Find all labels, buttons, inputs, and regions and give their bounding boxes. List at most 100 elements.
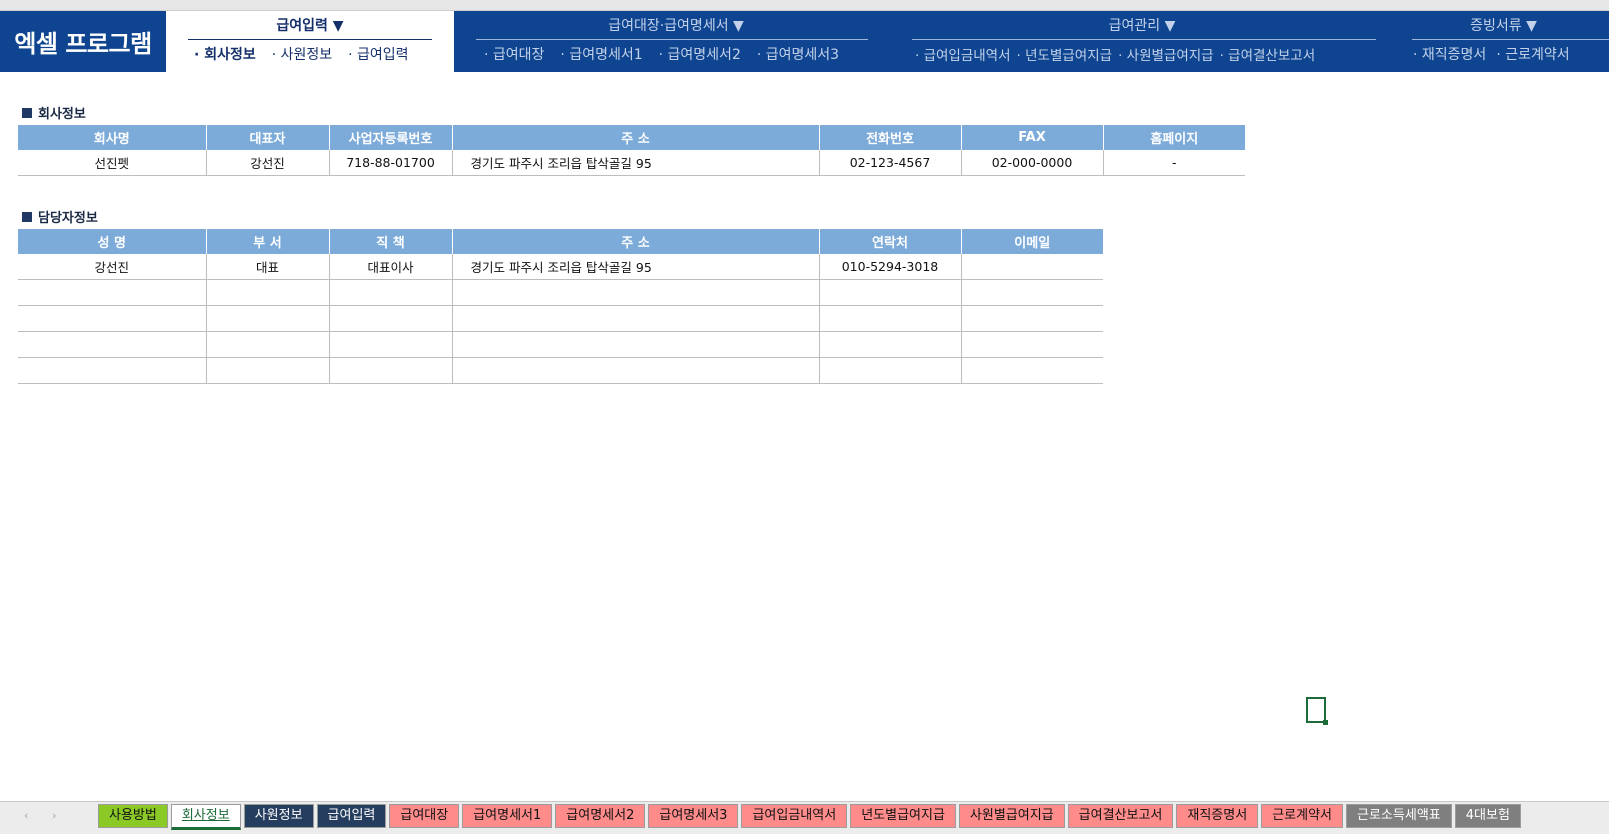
cell-fax[interactable]: 02-000-0000 <box>961 150 1104 176</box>
nav-group-payroll-management: 급여관리 ▼ · 급여입금내역서 · 년도별급여지급 · 사원별급여지급 · 급… <box>898 11 1386 72</box>
nav-group-title[interactable]: 급여관리 ▼ <box>898 15 1386 35</box>
sheet-tab[interactable]: 재직증명서 <box>1176 804 1259 828</box>
cell-business-number[interactable]: 718-88-01700 <box>329 150 453 176</box>
table-row: 선진펫 강선진 718-88-01700 경기도 파주시 조리읍 탑삭골길 95… <box>18 150 1245 176</box>
nav-item-employment-certificate[interactable]: · 재직증명서 <box>1408 44 1491 64</box>
cell-address[interactable] <box>452 305 820 332</box>
nav-item-deposit-statement[interactable]: · 급여입금내역서 <box>912 44 1014 64</box>
nav-item-payslip-2[interactable]: · 급여명세서2 <box>651 44 749 64</box>
sheet-tab[interactable]: 사원별급여지급 <box>958 804 1065 828</box>
nav-divider <box>912 39 1376 40</box>
nav-item-yearly-payment[interactable]: · 년도별급여지급 <box>1014 44 1116 64</box>
logo: 엑셀 프로그램 <box>0 11 166 72</box>
nav-item-employee-payment[interactable]: · 사원별급여지급 <box>1115 44 1217 64</box>
cell-position[interactable] <box>329 357 453 384</box>
window-top-strip <box>0 0 1609 11</box>
contact-table: 성 명 부 서 직 책 주 소 연락처 이메일 강선진 대표 대표이사 경기도 … <box>18 229 1103 384</box>
header-address: 주 소 <box>452 229 820 254</box>
cell-position[interactable]: 대표이사 <box>329 254 453 280</box>
header-company-name: 회사명 <box>18 125 207 150</box>
header-department: 부 서 <box>206 229 330 254</box>
cell-name[interactable]: 강선진 <box>18 254 207 280</box>
nav-item-labor-contract[interactable]: · 근로계약서 <box>1491 44 1574 64</box>
cell-email[interactable] <box>961 254 1103 280</box>
cell-department[interactable]: 대표 <box>206 254 330 280</box>
cell-position[interactable] <box>329 331 453 358</box>
sheet-tab[interactable]: 4대보험 <box>1454 804 1521 828</box>
nav-item-payroll-input[interactable]: · 급여입력 <box>340 44 416 64</box>
square-bullet-icon <box>22 211 32 222</box>
sheet-tab[interactable]: 급여대장 <box>389 804 460 828</box>
table-row <box>18 331 1103 358</box>
nav-item-payslip-3[interactable]: · 급여명세서3 <box>749 44 847 64</box>
cell-department[interactable] <box>206 331 330 358</box>
scroll-left-icon[interactable]: ‹ <box>24 809 28 822</box>
nav-item-payslip-1[interactable]: · 급여명세서1 <box>552 44 650 64</box>
scroll-right-icon[interactable]: › <box>52 809 56 822</box>
nav-header: 엑셀 프로그램 급여입력 ▼ · 회사정보 · 사원정보 · 급여입력 급여대장… <box>0 11 1609 72</box>
nav-item-settlement-report[interactable]: · 급여결산보고서 <box>1217 44 1319 64</box>
cell-contact[interactable] <box>819 357 962 384</box>
cell-company-name[interactable]: 선진펫 <box>18 150 207 176</box>
cell-email[interactable] <box>961 357 1103 384</box>
table-row <box>18 357 1103 384</box>
sheet-tab-bar: ‹ › 사용방법 회사정보 사원정보 급여입력 급여대장 급여명세서1 급여명세서2 급여명세… <box>0 801 1609 834</box>
nav-items: · 재직증명서 · 근로계약서 <box>1408 44 1575 64</box>
cell-department[interactable] <box>206 305 330 332</box>
cell-position[interactable] <box>329 305 453 332</box>
cell-email[interactable] <box>961 279 1103 306</box>
cell-name[interactable] <box>18 357 207 384</box>
cell-name[interactable] <box>18 279 207 306</box>
sheet-tab[interactable]: 년도별급여지급 <box>850 804 956 828</box>
sheet-tab[interactable]: 사원정보 <box>243 804 314 828</box>
sheet-tab[interactable]: 급여입금내역서 <box>741 804 848 828</box>
cell-address[interactable]: 경기도 파주시 조리읍 탑삭골길 95 <box>452 150 820 176</box>
sheet-tab[interactable]: 근로계약서 <box>1261 804 1344 828</box>
sheet-tab[interactable]: 급여입력 <box>316 804 387 828</box>
nav-item-employee-info[interactable]: · 사원정보 <box>264 44 340 64</box>
cell-homepage[interactable]: - <box>1103 150 1245 176</box>
cell-contact[interactable] <box>819 305 962 332</box>
cell-department[interactable] <box>206 357 330 384</box>
nav-item-payroll-ledger[interactable]: · 급여대장 <box>476 44 552 64</box>
cell-name[interactable] <box>18 305 207 332</box>
table-row <box>18 279 1103 306</box>
section-title-company: 회사정보 <box>22 103 86 122</box>
cell-address[interactable] <box>452 331 820 358</box>
header-contact: 연락처 <box>819 229 962 254</box>
sheet-tab[interactable]: 사용방법 <box>98 804 168 828</box>
nav-group-title[interactable]: 급여대장·급여명세서 ▼ <box>454 15 898 35</box>
cell-department[interactable] <box>206 279 330 306</box>
nav-items: · 급여입금내역서 · 년도별급여지급 · 사원별급여지급 · 급여결산보고서 <box>912 44 1318 64</box>
section-title-contact: 담당자정보 <box>22 207 98 226</box>
cell-email[interactable] <box>961 331 1103 358</box>
nav-divider <box>188 39 432 40</box>
nav-item-company-info[interactable]: · 회사정보 <box>186 44 264 64</box>
cell-representative[interactable]: 강선진 <box>206 150 330 176</box>
nav-items: · 회사정보 · 사원정보 · 급여입력 <box>186 44 417 64</box>
cell-address[interactable]: 경기도 파주시 조리읍 탑삭골길 95 <box>452 254 820 280</box>
nav-group-title[interactable]: 급여입력 ▼ <box>166 15 454 35</box>
cell-name[interactable] <box>18 331 207 358</box>
sheet-tab[interactable]: 급여명세서2 <box>555 804 646 828</box>
sheet-tab[interactable]: 근로소득세액표 <box>1346 804 1452 828</box>
table-row <box>18 305 1103 332</box>
nav-group-documents: 증빙서류 ▼ · 재직증명서 · 근로계약서 <box>1398 11 1609 72</box>
cell-position[interactable] <box>329 279 453 306</box>
cell-contact[interactable]: 010-5294-3018 <box>819 254 962 280</box>
sheet-tab[interactable]: 급여결산보고서 <box>1067 804 1174 828</box>
sheet-tab[interactable]: 회사정보 <box>170 804 241 830</box>
cell-address[interactable] <box>452 279 820 306</box>
header-fax: FAX <box>961 125 1104 150</box>
cell-contact[interactable] <box>819 331 962 358</box>
header-name: 성 명 <box>18 229 207 254</box>
nav-group-payroll-input: 급여입력 ▼ · 회사정보 · 사원정보 · 급여입력 <box>166 11 454 72</box>
cell-phone[interactable]: 02-123-4567 <box>819 150 962 176</box>
selected-cell-cursor[interactable] <box>1306 697 1328 725</box>
cell-contact[interactable] <box>819 279 962 306</box>
sheet-tab[interactable]: 급여명세서3 <box>648 804 739 828</box>
sheet-tab[interactable]: 급여명세서1 <box>462 804 553 828</box>
cell-email[interactable] <box>961 305 1103 332</box>
nav-group-title[interactable]: 증빙서류 ▼ <box>1398 15 1609 35</box>
cell-address[interactable] <box>452 357 820 384</box>
